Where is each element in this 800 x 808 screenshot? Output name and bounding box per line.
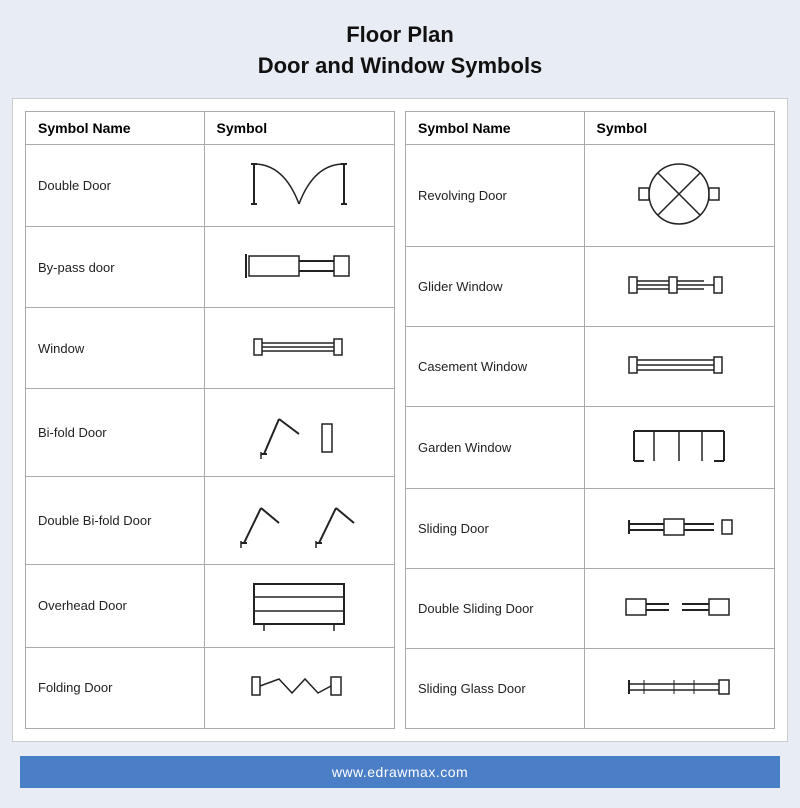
symbol-name: Double Sliding Door <box>406 568 585 648</box>
symbol-cell <box>584 144 774 246</box>
table-row: Folding Door <box>26 647 395 728</box>
table-row: Double Door <box>26 144 395 227</box>
symbol-name: Casement Window <box>406 326 585 406</box>
symbol-cell <box>204 476 394 564</box>
symbol-cell <box>584 488 774 568</box>
table-row: Sliding Glass Door <box>406 648 775 728</box>
page-title: Floor Plan Door and Window Symbols <box>258 20 543 82</box>
symbol-name: Window <box>26 308 205 389</box>
table-row: Sliding Door <box>406 488 775 568</box>
right-col2-header: Symbol <box>584 111 774 144</box>
right-col1-header: Symbol Name <box>406 111 585 144</box>
symbol-name: Garden Window <box>406 406 585 488</box>
footer-bar: www.edrawmax.com <box>20 756 780 788</box>
symbol-cell <box>204 144 394 227</box>
table-row: Garden Window <box>406 406 775 488</box>
symbol-name: Double Bi-fold Door <box>26 476 205 564</box>
symbol-cell <box>204 564 394 647</box>
left-col2-header: Symbol <box>204 111 394 144</box>
symbol-name: Glider Window <box>406 246 585 326</box>
symbol-name: Revolving Door <box>406 144 585 246</box>
symbol-name: Folding Door <box>26 647 205 728</box>
footer-text: www.edrawmax.com <box>332 764 468 780</box>
symbol-cell <box>204 227 394 308</box>
table-row: Bi-fold Door <box>26 389 395 477</box>
table-row: By-pass door <box>26 227 395 308</box>
symbol-cell <box>584 648 774 728</box>
table-row: Double Bi-fold Door <box>26 476 395 564</box>
table-row: Casement Window <box>406 326 775 406</box>
left-col1-header: Symbol Name <box>26 111 205 144</box>
symbol-cell <box>584 246 774 326</box>
left-table: Symbol Name Symbol Double Door <box>25 111 395 729</box>
symbol-cell <box>204 389 394 477</box>
tables-container: Symbol Name Symbol Double Door <box>12 98 788 742</box>
symbol-name: Overhead Door <box>26 564 205 647</box>
right-table: Symbol Name Symbol Revolving Door <box>405 111 775 729</box>
table-row: Overhead Door <box>26 564 395 647</box>
symbol-cell <box>204 308 394 389</box>
symbol-cell <box>204 647 394 728</box>
symbol-cell <box>584 406 774 488</box>
symbol-name: Sliding Glass Door <box>406 648 585 728</box>
table-row: Double Sliding Door <box>406 568 775 648</box>
table-row: Window <box>26 308 395 389</box>
table-row: Glider Window <box>406 246 775 326</box>
symbol-name: Bi-fold Door <box>26 389 205 477</box>
symbol-name: By-pass door <box>26 227 205 308</box>
table-row: Revolving Door <box>406 144 775 246</box>
symbol-name: Sliding Door <box>406 488 585 568</box>
symbol-cell <box>584 326 774 406</box>
symbol-cell <box>584 568 774 648</box>
symbol-name: Double Door <box>26 144 205 227</box>
